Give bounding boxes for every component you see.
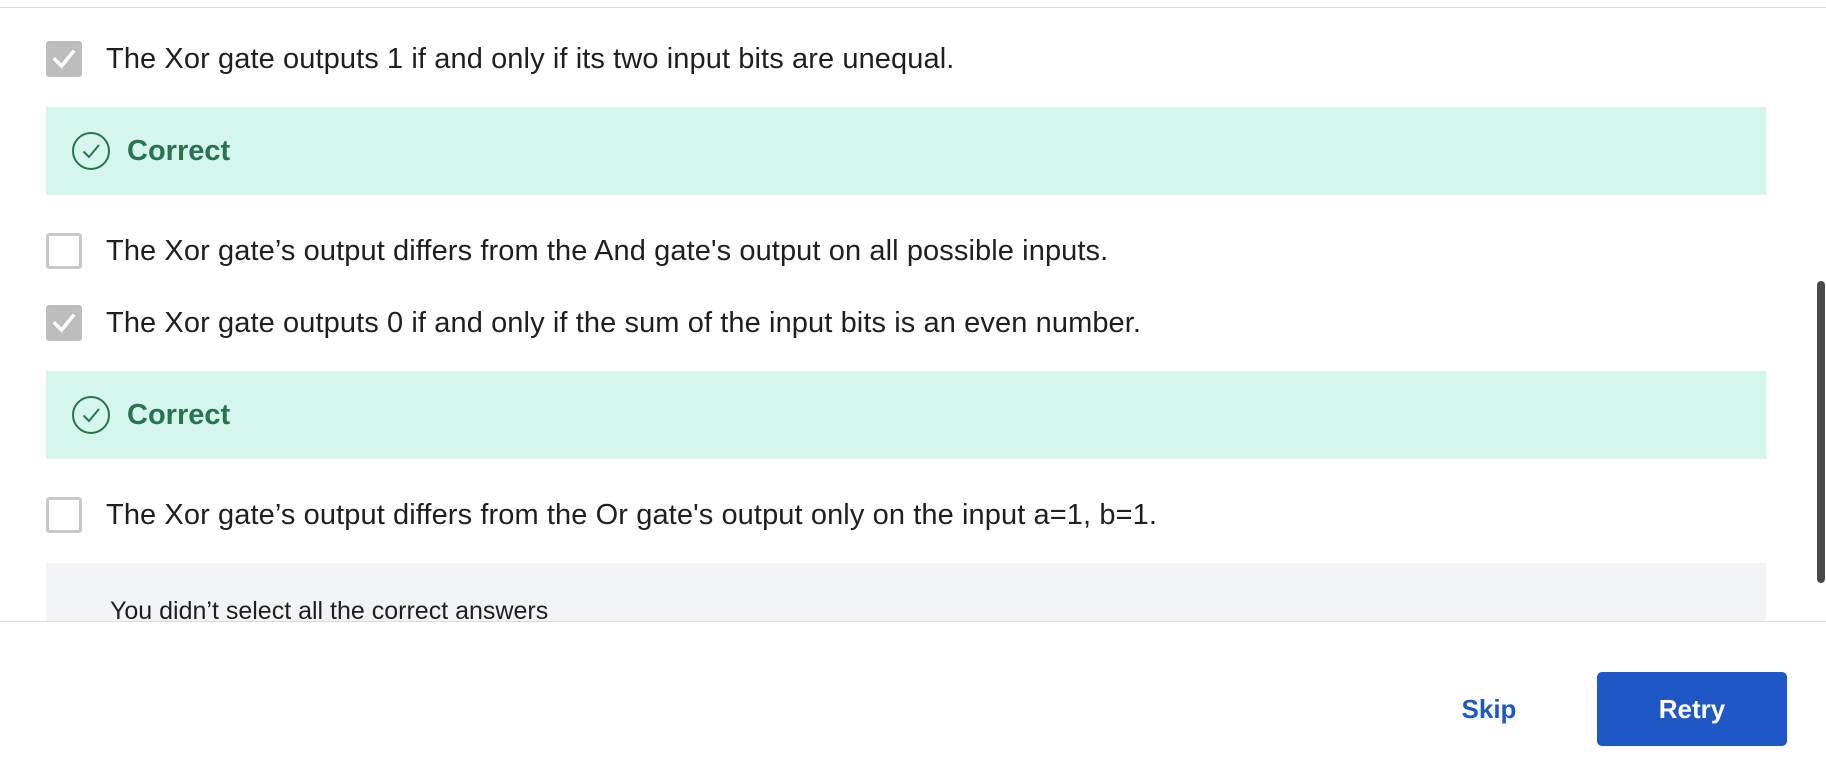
check-icon <box>52 49 76 69</box>
check-circle-icon <box>72 132 110 170</box>
answer-text-1: The Xor gate outputs 1 if and only if it… <box>106 42 955 75</box>
question-options-area[interactable]: The Xor gate outputs 1 if and only if it… <box>0 9 1816 621</box>
check-circle-icon <box>72 396 110 434</box>
skip-button[interactable]: Skip <box>1432 672 1546 746</box>
correct-label-3: Correct <box>127 398 231 431</box>
top-divider <box>0 0 1826 8</box>
answer-option-1[interactable]: The Xor gate outputs 1 if and only if it… <box>46 39 954 79</box>
answer-option-4[interactable]: The Xor gate’s output differs from the O… <box>46 495 1157 535</box>
answer-option-2[interactable]: The Xor gate’s output differs from the A… <box>46 231 1108 271</box>
answer-option-3[interactable]: The Xor gate outputs 0 if and only if th… <box>46 303 1141 343</box>
answer-text-3: The Xor gate outputs 0 if and only if th… <box>106 306 1142 339</box>
answer-text-4: The Xor gate’s output differs from the O… <box>106 498 1157 531</box>
result-message: You didn’t select all the correct answer… <box>110 597 549 621</box>
retry-button[interactable]: Retry <box>1597 672 1787 746</box>
answer-checkbox-3[interactable] <box>46 305 82 341</box>
answer-checkbox-4[interactable] <box>46 497 82 533</box>
scrollbar[interactable] <box>1816 9 1826 621</box>
correct-feedback-3: Correct <box>46 371 1766 459</box>
answer-text-2: The Xor gate’s output differs from the A… <box>106 234 1109 267</box>
check-icon <box>52 313 76 333</box>
answer-checkbox-1[interactable] <box>46 41 82 77</box>
quiz-footer: Skip Retry <box>0 621 1826 778</box>
correct-feedback-1: Correct <box>46 107 1766 195</box>
result-summary: You didn’t select all the correct answer… <box>46 563 1766 621</box>
correct-label-1: Correct <box>127 134 231 167</box>
quiz-page: The Xor gate outputs 1 if and only if it… <box>0 0 1826 778</box>
answer-checkbox-2[interactable] <box>46 233 82 269</box>
scrollbar-thumb[interactable] <box>1817 281 1825 583</box>
